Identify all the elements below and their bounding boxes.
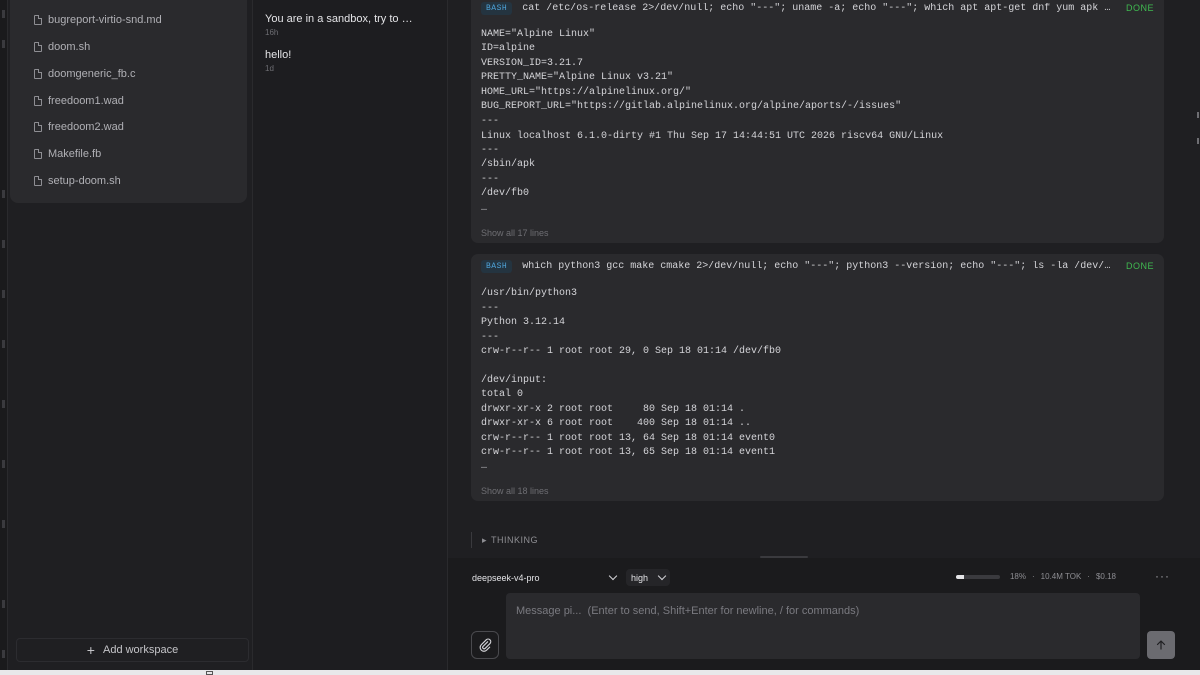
tool-status: DONE — [1125, 261, 1154, 271]
add-workspace-button[interactable]: + Add workspace — [16, 638, 249, 662]
tool-output: --- — [481, 116, 500, 127]
thinking-toggle[interactable]: ▸ THINKING — [471, 532, 538, 548]
window-edge-marks — [1195, 108, 1200, 148]
tool-call-header[interactable]: BASH cat /etc/os-release 2>/dev/null; ec… — [481, 0, 1154, 16]
tool-call-card: BASH cat /etc/os-release 2>/dev/null; ec… — [471, 0, 1164, 243]
file-item[interactable]: Makefile.fb — [34, 144, 101, 164]
tool-call-header[interactable]: BASH which python3 gcc make cmake 2>/dev… — [481, 258, 1154, 274]
file-icon — [34, 15, 42, 25]
thinking-label: THINKING — [491, 535, 539, 545]
taskbar-fragment — [206, 670, 326, 675]
tool-output: … — [481, 203, 488, 214]
file-item[interactable]: freedoom2.wad — [34, 117, 124, 137]
token-count: 10.4M TOK — [1040, 572, 1082, 581]
send-button[interactable] — [1147, 631, 1175, 659]
session-item[interactable]: You are in a sandbox, try to … 16h — [265, 13, 441, 37]
session-item[interactable]: hello! 1d — [265, 49, 441, 73]
tool-output: --- — [481, 174, 500, 185]
session-list: You are in a sandbox, try to … 16h hello… — [252, 0, 448, 670]
context-percent: 18% — [1009, 572, 1026, 581]
file-icon — [34, 69, 42, 79]
file-item[interactable]: doomgeneric_fb.c — [34, 64, 135, 84]
separator-dot: · — [1032, 572, 1035, 581]
file-list-panel: bugreport-virtio-snd.md doom.sh doomgene… — [10, 0, 247, 203]
paperclip-icon — [479, 638, 492, 652]
session-title: You are in a sandbox, try to … — [265, 13, 413, 25]
effort-select[interactable]: high — [626, 569, 670, 586]
session-time: 1d — [265, 64, 274, 73]
plus-icon: + — [86, 642, 95, 658]
context-progress-fill — [955, 574, 964, 579]
tool-output: /dev/fb0 — [481, 188, 530, 199]
tool-output: /dev/input: total 0 drwxr-xr-x 2 root ro… — [481, 375, 776, 459]
workspace-sidebar: bugreport-virtio-snd.md doom.sh doomgene… — [8, 0, 252, 670]
model-name: deepseek-v4-pro — [472, 572, 540, 583]
show-all-lines-link[interactable]: Show all 18 lines — [481, 486, 549, 496]
context-progress-bar — [955, 574, 1000, 579]
tool-output: … — [481, 461, 488, 472]
usage-meter: 18% · 10.4M TOK · $0.18 — [955, 572, 1116, 581]
file-item[interactable]: freedoom1.wad — [34, 91, 124, 111]
tool-badge: BASH — [481, 1, 513, 15]
message-box — [506, 593, 1140, 659]
session-title: hello! — [265, 49, 292, 61]
tool-output: Linux localhost 6.1.0-dirty #1 Thu Sep 1… — [481, 131, 944, 142]
tool-call-card: BASH which python3 gcc make cmake 2>/dev… — [471, 254, 1164, 501]
chevron-down-icon — [608, 571, 618, 581]
composer: deepseek-v4-pro high 18% · 10.4M TOK · $… — [448, 558, 1200, 670]
tool-output: Python 3.12.14 — [481, 317, 566, 328]
tool-output: --- — [481, 145, 500, 156]
file-name: doom.sh — [48, 41, 91, 53]
tool-command: which python3 gcc make cmake 2>/dev/null… — [522, 260, 1116, 272]
tool-badge: BASH — [481, 259, 513, 273]
model-select[interactable]: deepseek-v4-pro — [472, 570, 618, 585]
tool-command: cat /etc/os-release 2>/dev/null; echo "-… — [522, 2, 1116, 14]
conversation-pane: BASH cat /etc/os-release 2>/dev/null; ec… — [448, 0, 1200, 670]
cost: $0.18 — [1095, 572, 1116, 581]
tool-output: /usr/bin/python3 — [481, 288, 578, 299]
show-all-lines-link[interactable]: Show all 17 lines — [481, 228, 549, 238]
file-name: freedoom1.wad — [48, 95, 124, 107]
file-item[interactable]: doom.sh — [34, 37, 90, 57]
file-icon — [34, 96, 42, 106]
file-item[interactable]: bugreport-virtio-snd.md — [34, 10, 162, 30]
file-name: Makefile.fb — [48, 148, 102, 160]
file-name: freedoom2.wad — [48, 121, 124, 133]
chevron-down-icon — [657, 571, 667, 581]
file-name: setup-doom.sh — [48, 175, 121, 187]
file-icon — [34, 176, 42, 186]
caret-right-icon: ▸ — [482, 534, 488, 545]
file-item[interactable]: setup-doom.sh — [34, 171, 121, 191]
file-icon — [34, 42, 42, 52]
file-icon — [34, 122, 42, 132]
session-time: 16h — [265, 28, 279, 37]
tool-output: /sbin/apk — [481, 159, 536, 170]
attach-button[interactable] — [471, 631, 499, 659]
tool-status: DONE — [1125, 3, 1154, 13]
effort-value: high — [631, 572, 649, 583]
more-icon[interactable]: ··· — [1155, 569, 1170, 583]
file-icon — [34, 149, 42, 159]
file-name: bugreport-virtio-snd.md — [48, 14, 162, 26]
separator-dot: · — [1087, 572, 1090, 581]
add-workspace-label: Add workspace — [102, 644, 179, 656]
window-edge-strip — [0, 0, 8, 675]
tool-output: NAME="Alpine Linux" ID=alpine VERSION_ID… — [481, 29, 902, 113]
tool-output: --- — [481, 303, 500, 314]
file-name: doomgeneric_fb.c — [48, 68, 136, 80]
taskbar-strip — [0, 670, 1200, 675]
tool-output: --- — [481, 332, 500, 343]
message-input[interactable] — [516, 603, 1116, 619]
arrow-up-icon — [1156, 640, 1166, 650]
tool-output: crw-r--r-- 1 root root 29, 0 Sep 18 01:1… — [481, 346, 782, 357]
